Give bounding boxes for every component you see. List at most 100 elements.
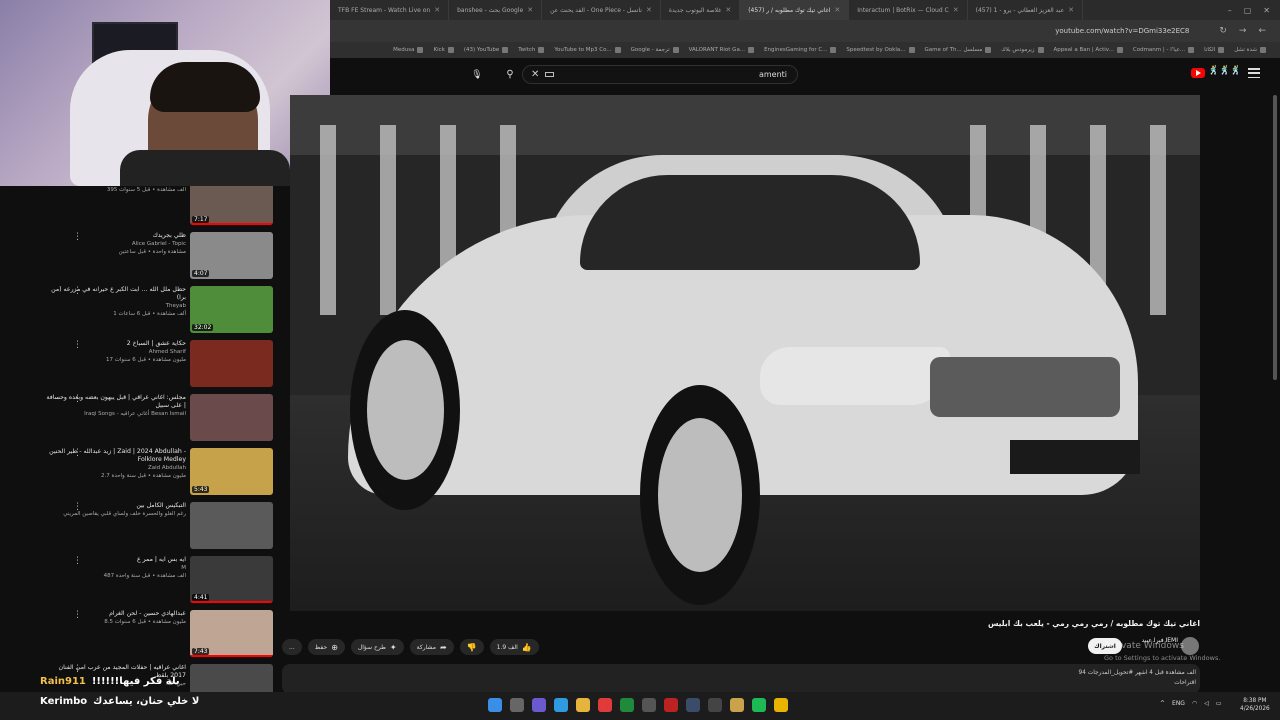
more-options-icon[interactable]: ⋮ [73, 503, 82, 512]
discord-icon[interactable] [532, 698, 546, 712]
browser-tab[interactable]: TFB FE Stream - Watch Live on ✕ [330, 0, 450, 20]
forward-icon[interactable]: → [1239, 26, 1247, 36]
dislike-button[interactable]: 👎 [459, 639, 484, 655]
sidebar-video-item[interactable]: 32:02 حطل ملل الله ... ابت الكبر ع حيرانه… [0, 286, 280, 340]
battery-icon[interactable]: ▭ [1216, 700, 1222, 707]
close-tab-icon[interactable]: ✕ [434, 6, 440, 14]
steam-icon[interactable] [686, 698, 700, 712]
browser-tab[interactable]: غلاصة اليوتوب جديدة ✕ [661, 0, 741, 20]
video-thumbnail[interactable]: 5:43 [190, 448, 273, 495]
more-options-icon[interactable]: ⋮ [73, 287, 82, 296]
sidebar-video-item[interactable]: 4:41 ايه بس ايه | ممر ع M 487 الف مشاهدة • … [0, 556, 280, 610]
sidebar-video-item[interactable]: التبكيس الكامل بين رغم الغلو والحسرة خلف … [0, 502, 280, 556]
bookmark-item[interactable]: YouTube to Mp3 Co... [554, 47, 621, 53]
more-options-icon[interactable]: ⋮ [73, 665, 82, 674]
windows-start-icon[interactable] [488, 698, 502, 712]
task-view-icon[interactable] [510, 698, 524, 712]
network-icon[interactable]: ◠ [1192, 700, 1197, 707]
app-icon[interactable] [708, 698, 722, 712]
sidebar-video-item[interactable]: 7:43 عبدالهادي حسين - لحن الغرام 8.5 مليون… [0, 610, 280, 664]
sparkle-button[interactable]: طرح سؤال ✦ [350, 639, 404, 655]
chrome-icon[interactable] [774, 698, 788, 712]
browser-tab[interactable]: Interactum | BotRix — Cloud C ✕ [849, 0, 968, 20]
search-input[interactable] [554, 70, 797, 79]
sidebar-video-item[interactable]: 4:07 ظلي بجريدك Alice Gabriel - Topic مشاهد… [0, 232, 280, 286]
youtube-app-icon[interactable] [598, 698, 612, 712]
close-tab-icon[interactable]: ✕ [834, 6, 840, 14]
bookmark-item[interactable]: Twitch [518, 47, 545, 53]
edge-icon[interactable] [554, 698, 568, 712]
mic-icon[interactable]: 🎙 [468, 66, 486, 83]
refresh-icon[interactable]: ↻ [1219, 26, 1227, 36]
close-tab-icon[interactable]: ✕ [725, 6, 731, 14]
bookmark-item[interactable]: Codmanm | - l'عيا... [1133, 47, 1195, 53]
more-button[interactable]: ... [282, 639, 302, 655]
sidebar-video-item[interactable]: حكاية عشق | السباخ 2 Ahmed Sharif 17 مليون… [0, 340, 280, 394]
bookmark-item[interactable]: Medusa [393, 47, 424, 53]
url-field[interactable]: youtube.com/watch?v=DGmi33e2EC8 [1055, 27, 1189, 35]
back-icon[interactable]: ← [1258, 26, 1266, 36]
file-explorer-icon[interactable] [576, 698, 590, 712]
browser-tab[interactable]: الفد يحنث عن - One Piece - ناتسل ✕ [542, 0, 661, 20]
minimize-icon[interactable]: – [1228, 6, 1232, 15]
close-tab-icon[interactable]: ✕ [1068, 6, 1074, 14]
description-box[interactable] [282, 664, 1200, 694]
chevron-up-icon[interactable]: ^ [1160, 700, 1165, 707]
description-more[interactable]: اقتراحات [1100, 680, 1196, 686]
page-scrollbar[interactable] [1273, 95, 1277, 380]
bookmark-item[interactable]: الكاتا [1204, 47, 1225, 53]
bookmark-item[interactable]: Kick [433, 47, 454, 53]
close-tab-icon[interactable]: ✕ [953, 6, 959, 14]
video-thumbnail[interactable] [190, 340, 273, 387]
more-options-icon[interactable]: ⋮ [73, 395, 82, 404]
bookmark-item[interactable]: Google - ترجمة [631, 47, 679, 53]
video-thumbnail[interactable]: 7:17 [190, 186, 273, 225]
sidebar-video-item[interactable]: 7:17 خيرة كدا395 الف مشاهدة • قبل 5 سنوات… [0, 186, 280, 232]
more-options-icon[interactable]: ⋮ [73, 233, 82, 242]
close-tab-icon[interactable]: ✕ [527, 6, 533, 14]
video-thumbnail[interactable]: 32:02 [190, 286, 273, 333]
volume-icon[interactable]: ◁ [1204, 700, 1209, 707]
clock[interactable]: 8:38 PM 4/26/2026 [1240, 697, 1270, 713]
video-thumbnail[interactable] [190, 394, 273, 441]
keyboard-icon[interactable] [545, 72, 555, 77]
video-player[interactable] [290, 95, 1200, 611]
maximize-icon[interactable]: ▢ [1244, 6, 1252, 15]
video-thumbnail[interactable] [190, 502, 273, 549]
video-thumbnail[interactable]: 7:43 [190, 610, 273, 657]
obs-icon[interactable] [642, 698, 656, 712]
video-thumbnail[interactable]: 4:41 [190, 556, 273, 603]
video-thumbnail[interactable]: 5:38 [190, 664, 273, 692]
bookmark-item[interactable]: زيرمودس بلاك [1001, 47, 1044, 53]
bookmark-item[interactable]: Appeal a Ban | Activ... [1054, 47, 1123, 53]
bookmark-item[interactable]: VALORANT Riot Ga... [689, 47, 755, 53]
bookmark-item[interactable]: EnginesGaming for C... [764, 47, 837, 53]
close-tab-icon[interactable]: ✕ [646, 6, 652, 14]
youtube-logo[interactable] [1191, 68, 1205, 78]
more-options-icon[interactable]: ⋮ [73, 449, 82, 458]
app-icon[interactable] [730, 698, 744, 712]
save-button[interactable]: حفظ ⊕ [307, 639, 345, 655]
video-thumbnail[interactable]: 4:07 [190, 232, 273, 279]
close-window-icon[interactable]: ✕ [1263, 6, 1270, 15]
sidebar-video-item[interactable]: مجلس: اغاني عراقي | قبل يبهون بعضه وبعده… [0, 394, 280, 448]
clear-search-icon[interactable]: ✕ [523, 69, 539, 80]
menu-icon[interactable] [1248, 68, 1260, 78]
browser-tab[interactable]: banshee - بحث Google ✕ [449, 0, 543, 20]
sidebar-video-item[interactable]: 5:43 زيد عبدالله - طير الحنين | Zaid | 20… [0, 448, 280, 502]
more-options-icon[interactable]: ⋮ [73, 341, 82, 350]
bookmark-item[interactable]: Speedtest by Ookla... [846, 47, 915, 53]
search-icon[interactable]: ⚲ [500, 66, 520, 83]
language-indicator[interactable]: ENG [1172, 700, 1185, 707]
browser-tab[interactable]: (457) عبد العزيز العطاني - يرو - 1 ✕ [968, 0, 1084, 20]
more-options-icon[interactable]: ⋮ [73, 611, 82, 620]
bookmark-item[interactable]: Game of Th... مسلسل [925, 47, 992, 53]
browser-tab[interactable]: (457) اغاني تيك توك مطلوبه / ر ✕ [740, 0, 850, 20]
xbox-icon[interactable] [620, 698, 634, 712]
share-button[interactable]: مشاركة ➦ [409, 639, 454, 655]
spotify-icon[interactable] [752, 698, 766, 712]
netflix-icon[interactable] [664, 698, 678, 712]
more-options-icon[interactable]: ⋮ [73, 557, 82, 566]
bookmark-item[interactable]: (43) YouTube [464, 47, 509, 53]
bookmark-item[interactable]: شدة تشل [1234, 47, 1266, 53]
